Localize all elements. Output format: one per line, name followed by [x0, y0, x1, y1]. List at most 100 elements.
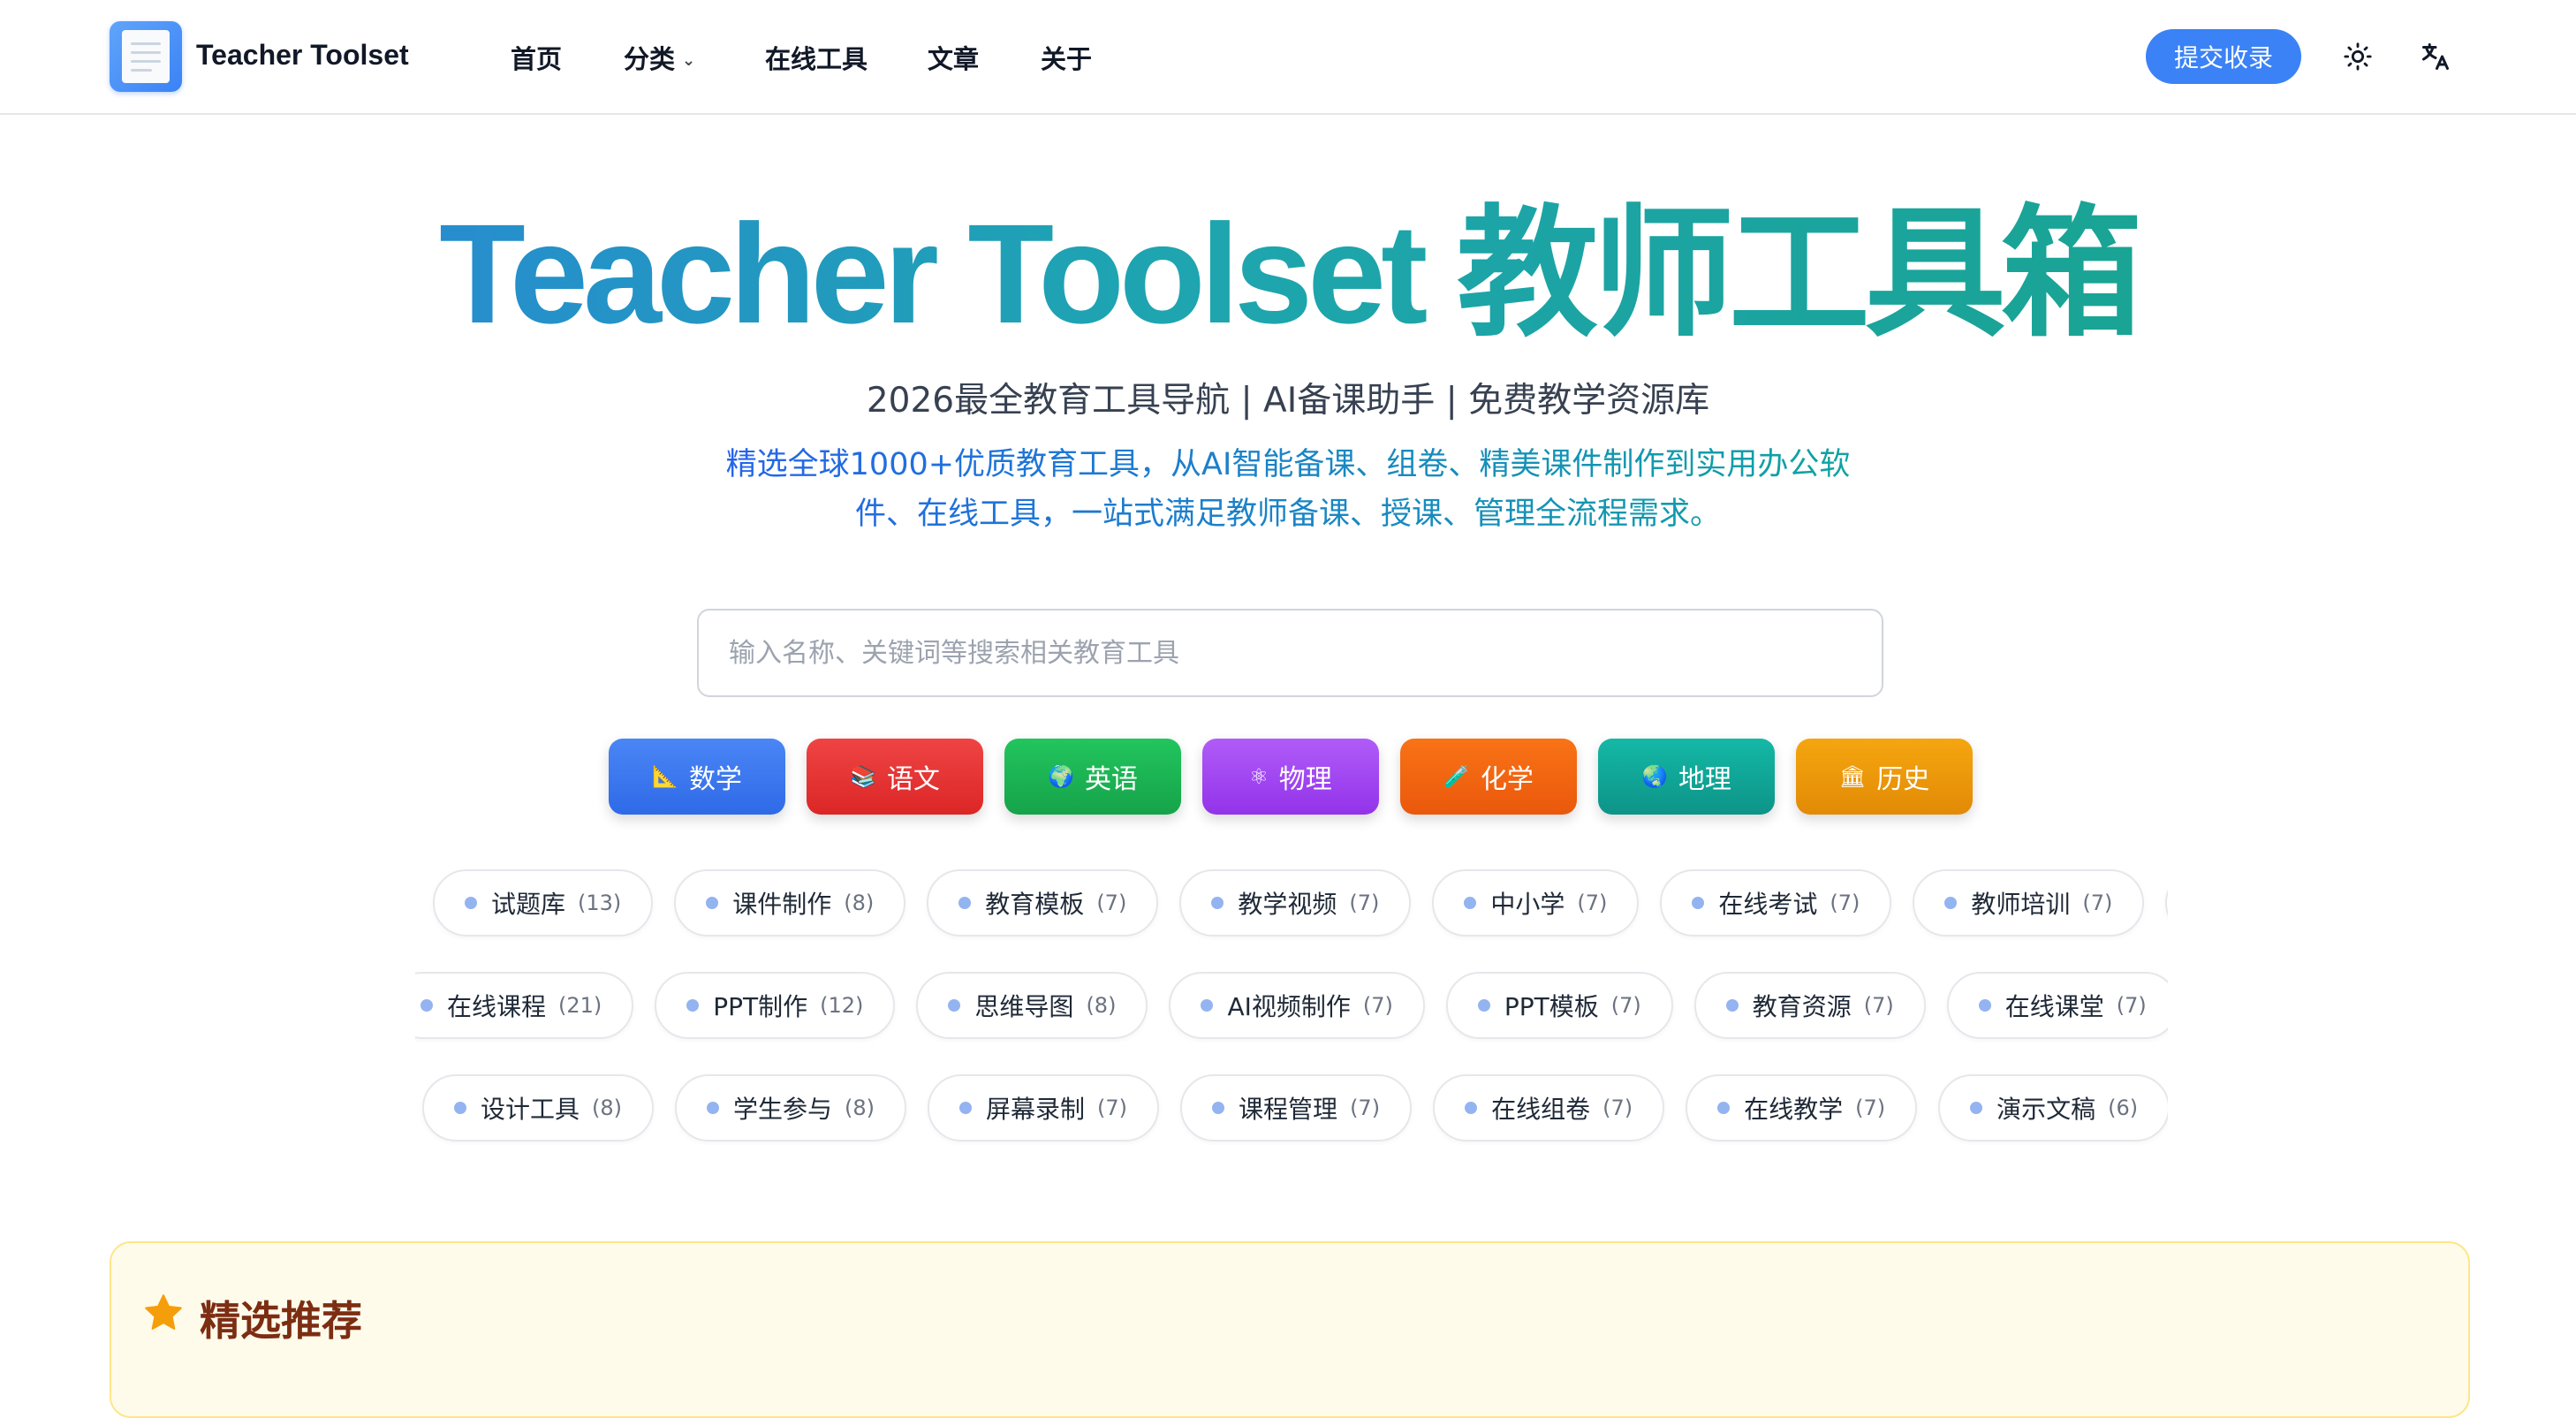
- nav-item-home[interactable]: 首页: [511, 39, 562, 76]
- search-input[interactable]: [697, 609, 1883, 697]
- nav-item-articles[interactable]: 文章: [928, 39, 979, 76]
- bullet-dot-icon: [1201, 999, 1214, 1012]
- bullet-dot-icon: [959, 1102, 973, 1114]
- bullet-dot-icon: [1717, 1102, 1731, 1114]
- tag-chip[interactable]: PPT制作 (12): [655, 972, 896, 1039]
- tag-count: (7): [1863, 993, 1894, 1018]
- subject-buttons: 📐 数学 📚 语文 🌍 英语 ⚛ 物理 🧪 化学 🌏 地理 🏛 历史: [609, 739, 1973, 815]
- tag-chip[interactable]: 教育模板 (7): [927, 869, 1159, 936]
- tag-chip[interactable]: 试题库 (13): [433, 869, 654, 936]
- bullet-dot-icon: [958, 897, 972, 909]
- tag-chip[interactable]: 在线课程 (21): [415, 972, 634, 1039]
- tag-count: (8): [844, 891, 875, 915]
- tag-chip[interactable]: 课程管理 (7): [1180, 1074, 1413, 1141]
- bullet-dot-icon: [1465, 1102, 1478, 1114]
- tag-label: 在线课堂: [2004, 992, 2104, 1021]
- hero-title: Teacher Toolset 教师工具箱: [0, 194, 2576, 353]
- subject-button-chinese[interactable]: 📚 语文: [807, 739, 983, 815]
- bullet-dot-icon: [948, 999, 961, 1012]
- theme-toggle-button[interactable]: [2337, 35, 2379, 78]
- nav-item-categories-label: 分类: [624, 44, 676, 74]
- tag-chip[interactable]: 在线考试 (7): [1660, 869, 1892, 936]
- bullet-dot-icon: [1978, 999, 1991, 1012]
- bullet-dot-icon: [465, 897, 477, 909]
- featured-section: 精选推荐: [110, 1241, 2470, 1418]
- tag-count: (6): [2108, 1096, 2139, 1120]
- tag-chip[interactable]: 教师培训 (7): [1913, 869, 2145, 936]
- chevron-down-icon: ⌄: [682, 51, 696, 70]
- tag-chip[interactable]: PPT模板 (7): [1445, 972, 1673, 1039]
- subject-button-math[interactable]: 📐 数学: [609, 739, 785, 815]
- featured-title: 精选推荐: [200, 1297, 362, 1345]
- bullet-dot-icon: [1692, 897, 1705, 909]
- tag-chip[interactable]: 教育资源 (7): [1693, 972, 1926, 1039]
- tag-count: (13): [578, 891, 622, 915]
- subject-button-history[interactable]: 🏛 历史: [1796, 739, 1973, 815]
- tag-chip[interactable]: 设计工具 (8): [422, 1074, 655, 1141]
- tag-chip[interactable]: 在线课堂 (7): [1946, 972, 2168, 1039]
- tag-chip[interactable]: [2165, 869, 2168, 936]
- tag-label: 演示文稿: [1996, 1095, 2096, 1124]
- tag-label: 屏幕录制: [986, 1095, 1086, 1124]
- subject-button-chemistry[interactable]: 🧪 化学: [1400, 739, 1577, 815]
- bullet-dot-icon: [1464, 897, 1477, 909]
- bullet-dot-icon: [707, 1102, 720, 1114]
- tag-count: (7): [1096, 891, 1127, 915]
- tag-chip[interactable]: AI视频制作 (7): [1169, 972, 1425, 1039]
- atom-icon: ⚛: [1249, 764, 1269, 789]
- bullet-dot-icon: [706, 897, 719, 909]
- tag-chip[interactable]: 屏幕录制 (7): [928, 1074, 1160, 1141]
- tag-chip[interactable]: 在线组卷 (7): [1433, 1074, 1665, 1141]
- tag-chip[interactable]: 演示文稿 (6): [1938, 1074, 2168, 1141]
- tag-row-3: 设计工具 (8) 学生参与 (8) 屏幕录制 (7) 课程管理 (7) 在线组卷 (7) …: [415, 1074, 2168, 1145]
- tag-chip[interactable]: 学生参与 (8): [675, 1074, 907, 1141]
- tag-count: (12): [820, 993, 864, 1018]
- tag-label: 在线课程: [447, 992, 547, 1021]
- tag-label: 教学视频: [1238, 890, 1337, 919]
- nav-item-categories[interactable]: 分类 ⌄: [624, 39, 695, 76]
- museum-icon: 🏛: [1838, 764, 1867, 789]
- top-navbar: Teacher Toolset 首页 分类 ⌄ 在线工具 文章 关于 提交收录: [0, 0, 2576, 115]
- submit-listing-button[interactable]: 提交收录: [2146, 29, 2301, 84]
- tag-label: 教育模板: [985, 890, 1085, 919]
- subject-button-physics[interactable]: ⚛ 物理: [1202, 739, 1379, 815]
- tag-count: (7): [1830, 891, 1860, 915]
- tag-row-1: 试题库 (13) 课件制作 (8) 教育模板 (7) 教学视频 (7) 中小学 (7) 在…: [415, 869, 2168, 940]
- nav-item-about[interactable]: 关于: [1041, 39, 1092, 76]
- tag-chip[interactable]: 思维导图 (8): [916, 972, 1148, 1039]
- tag-count: (7): [1602, 1096, 1633, 1120]
- tag-chip[interactable]: 课件制作 (8): [674, 869, 906, 936]
- tag-row-2: 在线课程 (21) PPT制作 (12) 思维导图 (8) AI视频制作 (7) PPT…: [415, 972, 2168, 1043]
- subject-label: 英语: [1084, 764, 1138, 795]
- brand-name[interactable]: Teacher Toolset: [196, 39, 409, 72]
- language-switch-button[interactable]: [2414, 35, 2457, 78]
- sun-icon: [2344, 42, 2372, 71]
- subject-button-geography[interactable]: 🌏 地理: [1598, 739, 1775, 815]
- bullet-dot-icon: [1212, 1102, 1225, 1114]
- subject-label: 物理: [1278, 764, 1332, 795]
- tag-count: (7): [1855, 1096, 1886, 1120]
- tag-count: (7): [2116, 993, 2147, 1018]
- books-icon: 📚: [850, 764, 876, 789]
- tag-label: 在线教学: [1744, 1095, 1844, 1124]
- bullet-dot-icon: [1477, 999, 1490, 1012]
- test-tube-icon: 🧪: [1443, 764, 1470, 789]
- bullet-dot-icon: [1211, 897, 1224, 909]
- tag-chip[interactable]: 在线教学 (7): [1686, 1074, 1918, 1141]
- tag-count: (8): [592, 1096, 623, 1120]
- tag-label: 教师培训: [1971, 890, 2071, 919]
- tag-count: (7): [1362, 993, 1393, 1018]
- tag-chip[interactable]: 中小学 (7): [1432, 869, 1640, 936]
- tag-count: (7): [1350, 1096, 1381, 1120]
- tag-count: (7): [1577, 891, 1608, 915]
- tag-count: (7): [1349, 891, 1380, 915]
- tag-count: (8): [1086, 993, 1117, 1018]
- hero-subtitle: 2026最全教育工具导航 | AI备课助手 | 免费教学资源库: [866, 381, 1710, 421]
- hero-description-line: 精选全球1000+优质教育工具，从AI智能备课、组卷、精美课件制作到实用办公软: [725, 447, 1851, 482]
- hero-description: 精选全球1000+优质教育工具，从AI智能备课、组卷、精美课件制作到实用办公软 …: [707, 440, 1869, 539]
- tag-label: PPT制作: [713, 992, 808, 1021]
- nav-item-online-tools[interactable]: 在线工具: [765, 39, 868, 76]
- subject-button-english[interactable]: 🌍 英语: [1004, 739, 1181, 815]
- tag-chip[interactable]: 教学视频 (7): [1179, 869, 1412, 936]
- site-logo-icon[interactable]: [110, 21, 182, 92]
